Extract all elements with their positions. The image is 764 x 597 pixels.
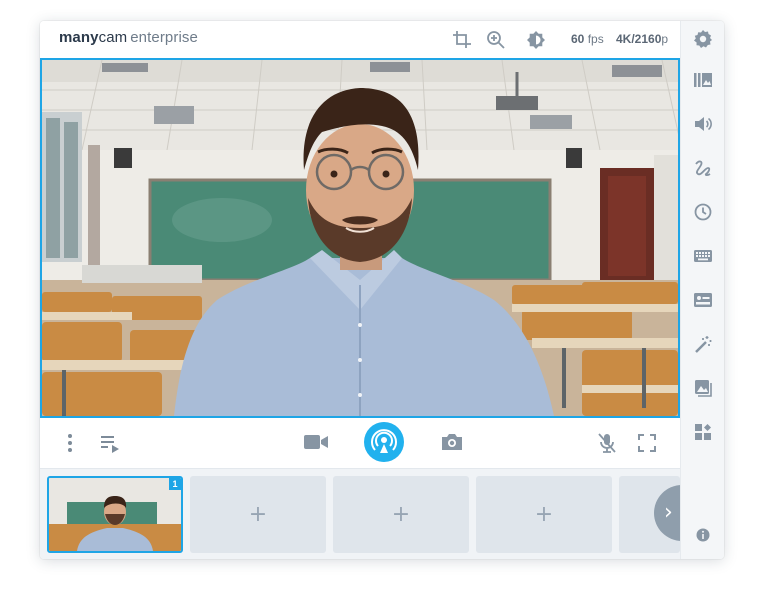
settings-icon[interactable]: [693, 29, 713, 49]
drawing-icon[interactable]: [693, 158, 713, 178]
right-sidebar: [680, 21, 724, 559]
scene-strip: 1 + + + ›: [40, 468, 710, 559]
logo-brand-bold: many: [59, 29, 99, 46]
broadcast-button[interactable]: [364, 422, 404, 462]
logo-suffix: enterprise: [130, 29, 198, 46]
top-bar: manycam enterprise 60 fps 4K/2160p: [40, 21, 680, 58]
effects-wand-icon[interactable]: [693, 334, 713, 354]
zoom-in-icon[interactable]: [486, 30, 506, 50]
video-preview[interactable]: [40, 58, 680, 418]
image-icon[interactable]: [693, 378, 713, 398]
keyboard-icon[interactable]: [693, 246, 713, 266]
scene-slot-active[interactable]: 1: [47, 476, 183, 553]
add-scene-plus: +: [391, 502, 411, 527]
resolution-unit: p: [661, 32, 669, 46]
snapshot-icon[interactable]: [440, 430, 464, 454]
brightness-icon[interactable]: [526, 30, 546, 50]
control-bar: [40, 418, 680, 468]
scene-slot-empty[interactable]: +: [476, 476, 612, 553]
fps-value: 60: [571, 32, 585, 46]
more-options-icon[interactable]: [58, 431, 82, 455]
fullscreen-icon[interactable]: [635, 431, 659, 455]
scene-thumbnail-image: [49, 478, 181, 551]
crop-icon[interactable]: [452, 30, 472, 50]
resolution-indicator[interactable]: 4K/2160p: [616, 32, 668, 46]
broadcast-icon: [371, 429, 397, 453]
lower-thirds-icon[interactable]: [693, 290, 713, 310]
fps-indicator[interactable]: 60 fps: [571, 32, 604, 46]
webcam-feed-image: [42, 60, 678, 416]
playlist-icon[interactable]: [98, 431, 122, 455]
scene-slot-empty[interactable]: +: [333, 476, 469, 553]
chevron-right-icon: ›: [664, 500, 673, 525]
clock-icon[interactable]: [693, 202, 713, 222]
add-scene-plus: +: [248, 502, 268, 527]
scene-number-badge: 1: [169, 478, 181, 490]
app-logo: manycam enterprise: [59, 29, 198, 46]
widgets-icon[interactable]: [693, 422, 713, 442]
logo-brand-light: cam: [98, 29, 128, 46]
record-video-icon[interactable]: [303, 430, 329, 454]
fps-unit: fps: [587, 32, 604, 46]
microphone-muted-icon[interactable]: [595, 431, 619, 455]
presets-icon[interactable]: [693, 70, 713, 90]
info-icon[interactable]: [695, 527, 711, 543]
app-window: manycam enterprise 60 fps 4K/2160p 1 + +…: [40, 21, 724, 559]
resolution-value: 4K/2160: [616, 32, 662, 46]
add-scene-plus: +: [534, 502, 554, 527]
volume-icon[interactable]: [693, 114, 713, 134]
scene-slot-empty[interactable]: +: [190, 476, 326, 553]
